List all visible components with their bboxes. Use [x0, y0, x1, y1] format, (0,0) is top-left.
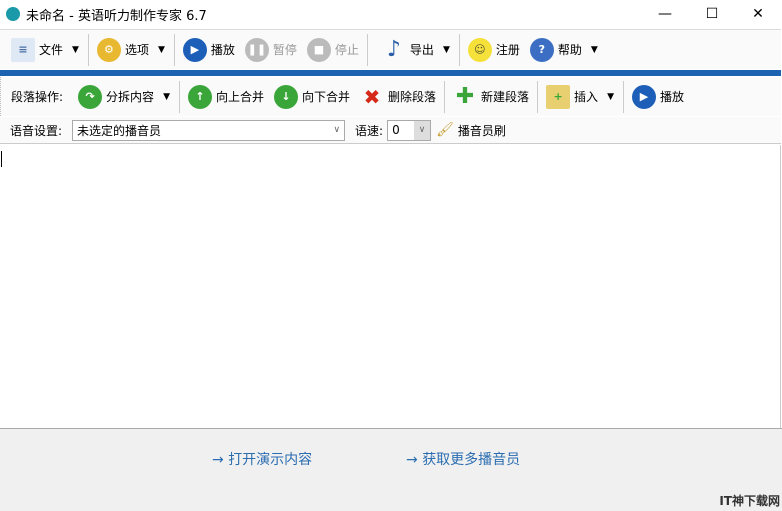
- stop-button[interactable]: ■ 停止: [302, 34, 364, 66]
- divider: [537, 80, 539, 113]
- bottom-panel: → 打开演示内容 → 获取更多播音员 IT神下载网: [0, 428, 782, 511]
- pause-icon: ❚❚: [244, 37, 269, 62]
- more-speakers-link[interactable]: → 获取更多播音员: [406, 449, 520, 469]
- chevron-down-icon: ∨: [414, 120, 431, 140]
- accent-bar: [0, 70, 781, 76]
- divider: [622, 80, 624, 113]
- window-title: 未命名 - 英语听力制作专家 6.7: [26, 8, 207, 24]
- insert-table-icon: +: [546, 84, 571, 109]
- smiley-icon: ☺: [467, 37, 492, 62]
- play-icon: ▶: [631, 84, 656, 109]
- close-button[interactable]: ✕: [735, 0, 781, 28]
- speed-label: 语速:: [355, 123, 384, 138]
- arrow-down-icon: ↓: [274, 84, 298, 109]
- arrow-up-icon: ↑: [187, 84, 212, 109]
- divider: [178, 80, 180, 113]
- split-button[interactable]: ↷ 分拆内容: [73, 81, 159, 113]
- speaker-select[interactable]: 未选定的播音员 ∨: [72, 119, 346, 141]
- title-bar: 未命名 - 英语听力制作专家 6.7 — ☐ ✕: [0, 0, 782, 28]
- minimize-button[interactable]: —: [642, 0, 688, 28]
- speed-select[interactable]: 0 ∨: [387, 119, 432, 141]
- main-toolbar: ≡ 文件 ▼ ⚙ 选项 ▼ ▶ 播放 ❚❚ 暂停 ■ 停止 ♪ 导出 ▼ ☺ 注册 ? 帮助 ▼: [0, 29, 781, 69]
- paragraph-label: 段落操作:: [11, 90, 64, 104]
- new-paragraph-button[interactable]: ✚ 新建段落: [448, 81, 534, 113]
- merge-up-button[interactable]: ↑ 向上合并: [183, 81, 269, 113]
- redo-arrow-icon: ↷: [78, 84, 103, 109]
- help-dropdown-icon[interactable]: ▼: [591, 45, 598, 55]
- delete-x-icon: ✖: [363, 84, 381, 109]
- divider: [444, 80, 446, 113]
- text-caret: [1, 151, 2, 167]
- text-editor[interactable]: [0, 145, 781, 428]
- speaker-brush-button[interactable]: 🖌 播音员刷: [431, 118, 511, 142]
- split-dropdown-icon[interactable]: ▼: [163, 92, 170, 102]
- voice-label: 语音设置:: [10, 123, 63, 138]
- chevron-down-icon: ∨: [333, 125, 341, 135]
- divider: [366, 33, 368, 66]
- divider: [173, 33, 175, 66]
- file-dropdown-icon[interactable]: ▼: [72, 45, 79, 55]
- insert-button[interactable]: + 插入: [541, 81, 603, 113]
- joystick-icon: ⚙: [96, 37, 121, 62]
- insert-dropdown-icon[interactable]: ▼: [607, 92, 614, 102]
- music-note-icon: ♪: [386, 37, 401, 62]
- export-dropdown-icon[interactable]: ▼: [443, 45, 450, 55]
- divider: [458, 33, 460, 66]
- file-button[interactable]: ≡ 文件: [6, 34, 68, 66]
- delete-paragraph-button[interactable]: ✖ 删除段落: [355, 81, 441, 113]
- app-icon: [6, 7, 20, 21]
- document-icon: ≡: [11, 37, 35, 62]
- options-dropdown-icon[interactable]: ▼: [158, 45, 165, 55]
- watermark: IT神下载网: [719, 494, 780, 508]
- merge-down-button[interactable]: ↓ 向下合并: [269, 81, 355, 113]
- help-icon: ?: [529, 37, 554, 62]
- brush-icon: 🖌: [436, 122, 454, 138]
- plus-icon: ✚: [455, 84, 475, 109]
- help-button[interactable]: ? 帮助: [525, 34, 587, 66]
- paragraph-play-button[interactable]: ▶ 播放: [627, 81, 689, 113]
- pause-button[interactable]: ❚❚ 暂停: [240, 34, 302, 66]
- divider: [87, 33, 89, 66]
- play-button[interactable]: ▶ 播放: [178, 34, 240, 66]
- stop-icon: ■: [306, 37, 331, 62]
- play-icon: ▶: [182, 37, 207, 62]
- open-demo-link[interactable]: → 打开演示内容: [212, 449, 312, 469]
- export-button[interactable]: ♪ 导出: [377, 34, 439, 66]
- paragraph-toolbar: 段落操作: ↷ 分拆内容 ▼ ↑ 向上合并 ↓ 向下合并 ✖ 删除段落 ✚ 新建段落 + 插…: [0, 77, 781, 116]
- register-button[interactable]: ☺ 注册: [463, 34, 525, 66]
- options-button[interactable]: ⚙ 选项: [92, 34, 154, 66]
- maximize-button[interactable]: ☐: [689, 0, 735, 28]
- voice-settings-row: 语音设置: 未选定的播音员 ∨ 语速: 0 ∨ 🖌 播音员刷: [0, 117, 781, 144]
